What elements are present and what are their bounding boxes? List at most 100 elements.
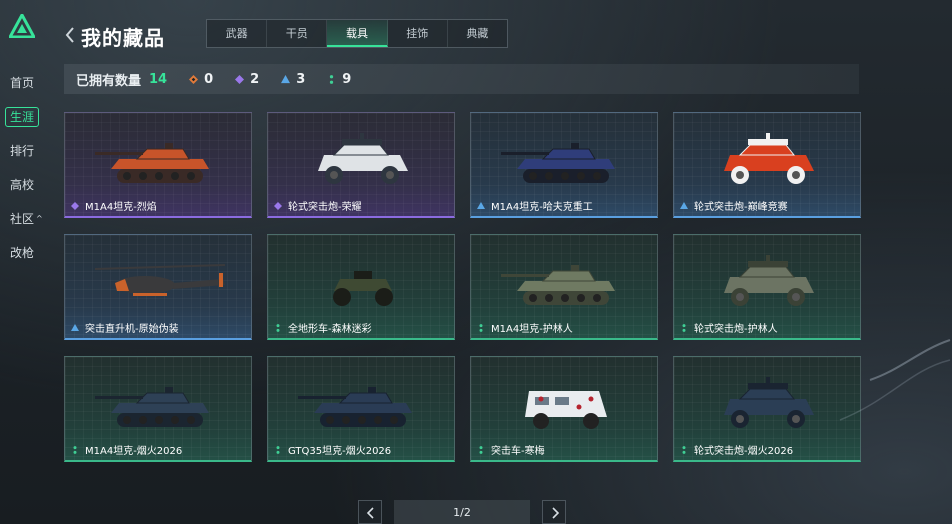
chevron-right-icon [552, 507, 560, 519]
orange-diamond-icon [189, 74, 199, 84]
vehicle-wheeled-image [318, 133, 408, 184]
rarity-count: 3 [296, 71, 306, 87]
green-dots-icon [73, 445, 77, 454]
vehicle-name: M1A4坦克-护林人 [477, 320, 573, 335]
vehicle-tank-image [501, 143, 615, 183]
vehicle-name: 突击车-寒梅 [477, 442, 545, 457]
vehicle-tank-image [95, 387, 209, 427]
page-title: 我的藏品 [81, 26, 165, 50]
vehicle-name-text: 轮式突击炮-护林人 [694, 324, 778, 335]
tab-charms[interactable]: 挂饰 [388, 20, 448, 47]
green-dots-icon [276, 323, 280, 332]
rarity-count: 2 [250, 71, 260, 87]
vehicle-card[interactable]: 轮式突击炮-巅峰竞赛 [673, 112, 861, 218]
vehicle-tank-image [95, 143, 209, 183]
nav-label: 改枪 [10, 246, 35, 260]
rarity-count: 9 [342, 71, 352, 87]
nav-label: 排行 [10, 144, 35, 158]
side-nav: 首页 生涯 排行 高校 社区 ^ 改枪 [0, 66, 46, 270]
purple-diamond-icon [71, 201, 79, 210]
blue-triangle-icon [71, 323, 79, 331]
nav-item-community[interactable]: 社区 ^ [0, 202, 46, 236]
vehicle-card[interactable]: 轮式突击炮-荣耀 [267, 112, 455, 218]
tab-collection[interactable]: 典藏 [448, 20, 507, 47]
owned-count: 14 [149, 71, 168, 87]
nav-item-gunsmith[interactable]: 改枪 [0, 236, 46, 270]
vehicle-card[interactable]: M1A4坦克-烈焰 [64, 112, 252, 218]
nav-item-ranking[interactable]: 排行 [0, 134, 46, 168]
vehicle-name: M1A4坦克-烈焰 [71, 198, 157, 213]
rarity-count: 0 [204, 71, 214, 87]
vehicle-name-text: 突击直升机-原始伪装 [85, 324, 179, 335]
light-streak-decoration [839, 339, 951, 421]
back-chevron-icon[interactable] [64, 24, 76, 46]
blue-triangle-icon [477, 201, 485, 209]
vehicle-card[interactable]: 突击直升机-原始伪装 [64, 234, 252, 340]
vehicle-card[interactable]: M1A4坦克-烟火2026 [64, 356, 252, 462]
purple-diamond-icon [235, 74, 245, 84]
vehicle-truck-image [525, 391, 607, 429]
rarity-count-green: 9 [327, 72, 351, 87]
vehicle-name-text: 轮式突击炮-巅峰竞赛 [694, 202, 788, 213]
nav-label: 首页 [10, 76, 35, 90]
green-dots-icon [682, 323, 686, 332]
tab-operators[interactable]: 干员 [267, 20, 328, 47]
chevron-left-icon [366, 507, 374, 519]
page-indicator: 1/2 [394, 500, 530, 524]
vehicle-name-text: 轮式突击炮-荣耀 [288, 202, 362, 213]
vehicle-name: 轮式突击炮-巅峰竞赛 [680, 198, 788, 213]
prev-page-button[interactable] [358, 500, 382, 524]
vehicle-name: 突击直升机-原始伪装 [71, 320, 179, 335]
rarity-count-blue: 3 [281, 72, 305, 87]
vehicle-tank-image [501, 265, 615, 305]
tab-vehicles[interactable]: 载具 [327, 20, 388, 47]
vehicle-name-text: M1A4坦克-烈焰 [85, 202, 157, 213]
green-dots-icon [479, 445, 483, 454]
green-dots-icon [682, 445, 686, 454]
vehicle-name: 全地形车-森林迷彩 [274, 320, 372, 335]
vehicle-card[interactable]: GTQ35坦克-烟火2026 [267, 356, 455, 462]
vehicle-card[interactable]: 全地形车-森林迷彩 [267, 234, 455, 340]
chevron-up-icon: ^ [36, 214, 43, 223]
vehicle-name-text: M1A4坦克-哈夫克重工 [491, 202, 593, 213]
vehicle-helicopter-image [94, 264, 226, 296]
vehicle-name: M1A4坦克-哈夫克重工 [477, 198, 593, 213]
purple-diamond-icon [274, 201, 282, 210]
nav-label: 社区 [10, 212, 35, 226]
vehicle-name-text: GTQ35坦克-烟火2026 [288, 446, 392, 457]
nav-label: 生涯 [5, 107, 40, 127]
vehicle-name: 轮式突击炮-护林人 [680, 320, 778, 335]
green-dots-icon [330, 74, 334, 84]
vehicle-name-text: 突击车-寒梅 [491, 446, 545, 457]
vehicle-wheeled-image [724, 133, 814, 184]
vehicle-name-text: M1A4坦克-护林人 [491, 324, 573, 335]
nav-item-career[interactable]: 生涯 [0, 100, 46, 134]
vehicle-name: 轮式突击炮-荣耀 [274, 198, 362, 213]
rarity-count-purple: 2 [235, 72, 259, 87]
vehicle-card[interactable]: M1A4坦克-护林人 [470, 234, 658, 340]
vehicle-name-text: M1A4坦克-烟火2026 [85, 446, 183, 457]
owned-label: 已拥有数量 [76, 73, 142, 89]
vehicle-name-text: 轮式突击炮-烟火2026 [694, 446, 794, 457]
tab-weapons[interactable]: 武器 [207, 20, 268, 47]
blue-triangle-icon [281, 74, 291, 83]
vehicle-name: 轮式突击炮-烟火2026 [680, 442, 793, 457]
vehicle-name: GTQ35坦克-烟火2026 [274, 442, 391, 457]
vehicle-tank-image [298, 387, 412, 427]
nav-item-college[interactable]: 高校 [0, 168, 46, 202]
nav-label: 高校 [10, 178, 35, 192]
green-dots-icon [276, 445, 280, 454]
vehicle-card[interactable]: M1A4坦克-哈夫克重工 [470, 112, 658, 218]
vehicle-name-text: 全地形车-森林迷彩 [288, 324, 372, 335]
vehicle-atv-image [333, 271, 393, 306]
vehicle-name: M1A4坦克-烟火2026 [71, 442, 182, 457]
next-page-button[interactable] [542, 500, 566, 524]
app-logo [9, 14, 35, 38]
blue-triangle-icon [680, 201, 688, 209]
vehicle-card[interactable]: 突击车-寒梅 [470, 356, 658, 462]
green-dots-icon [479, 323, 483, 332]
vehicle-grid: M1A4坦克-烈焰 轮式突击炮-荣耀 M1A4坦克-哈夫克重工 轮式突击炮-巅峰… [64, 112, 861, 462]
nav-item-home[interactable]: 首页 [0, 66, 46, 100]
owned-summary-bar: 已拥有数量 14 0 2 3 9 [64, 64, 859, 94]
rarity-count-orange: 0 [189, 72, 213, 87]
